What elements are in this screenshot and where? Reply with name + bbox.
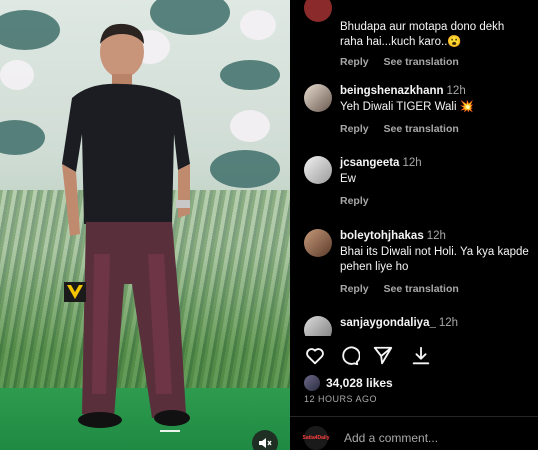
paper-plane-icon[interactable] [372, 345, 394, 367]
comment-username[interactable]: jcsangeeta [340, 157, 399, 169]
divider [290, 416, 538, 417]
comment-header: beingshenazkhann 12h [340, 84, 530, 98]
post-side-panel: Bhudapa aur motapa dono dekh raha hai...… [290, 0, 538, 450]
wall-leaf-decoration [220, 60, 280, 90]
avatar[interactable] [304, 0, 332, 22]
likes-count[interactable]: 34,028 likes [326, 376, 393, 390]
see-translation-button[interactable]: See translation [384, 56, 459, 68]
wall-leaf-decoration [210, 150, 280, 188]
avatar[interactable] [304, 229, 332, 257]
comment-text: Bhudapa aur motapa dono dekh raha hai...… [340, 21, 505, 48]
person-figure [62, 23, 190, 428]
comment-header: jcsangeeta 12h [340, 156, 530, 170]
avatar[interactable] [304, 316, 332, 336]
comment-time: 12h [446, 85, 466, 97]
post-timestamp[interactable]: 12 HOURS AGO [304, 394, 377, 404]
comment-actions: Reply [340, 195, 530, 207]
comment-text: Yeh Diwali TIGER Wali 💥 [340, 101, 475, 113]
comment-bubble-icon[interactable] [338, 345, 360, 367]
comment-text: Bhai its Diwali not Holi. Ya kya kapde p… [340, 246, 529, 273]
comment-actions: Reply See translation [340, 123, 530, 135]
mute-button[interactable] [252, 430, 278, 450]
reply-button[interactable]: Reply [340, 283, 369, 295]
comment-time: 12h [438, 317, 459, 329]
comment-actions: Reply See translation [340, 283, 530, 295]
reply-button[interactable]: Reply [340, 195, 369, 207]
wall-flower-decoration [240, 10, 276, 40]
avatar[interactable] [304, 84, 332, 112]
post-media[interactable] [0, 0, 290, 450]
comment-time: 12h [402, 157, 422, 169]
add-comment-input[interactable] [344, 431, 534, 445]
speaker-muted-icon [259, 438, 272, 448]
avatar [304, 375, 320, 391]
download-icon[interactable] [410, 345, 432, 367]
avatar-logo-text: Satta4Daily [302, 435, 330, 441]
comment-header: boleytohjhakas 12h [340, 229, 530, 243]
comment-header: sanjaygondaliya_ 12h [340, 316, 530, 330]
comment-time: 12h [426, 230, 446, 242]
see-translation-button[interactable]: See translation [384, 123, 459, 135]
see-translation-button[interactable]: See translation [384, 283, 459, 295]
video-progress-indicator [160, 430, 180, 432]
avatar[interactable] [304, 156, 332, 184]
reply-button[interactable]: Reply [340, 123, 369, 135]
comment-actions: Reply See translation [340, 56, 530, 68]
wall-leaf-decoration [0, 120, 45, 155]
post-actions-bar [304, 345, 534, 369]
reply-button[interactable]: Reply [340, 56, 369, 68]
comments-list[interactable]: Bhudapa aur motapa dono dekh raha hai...… [290, 0, 538, 336]
add-comment-row: Satta4Daily [302, 426, 534, 450]
comment-text: Ew [340, 173, 356, 185]
comment-username[interactable]: boleytohjhakas [340, 230, 424, 242]
comment-header [340, 0, 530, 8]
heart-icon[interactable] [304, 345, 326, 367]
comment-username[interactable]: beingshenazkhann [340, 85, 444, 97]
comment-username[interactable]: sanjaygondaliya_ [340, 317, 436, 329]
avatar: Satta4Daily [302, 426, 330, 450]
wall-flower-decoration [0, 60, 34, 90]
v-logo-icon [64, 282, 86, 302]
likes-row[interactable]: 34,028 likes [304, 374, 393, 392]
wall-flower-decoration [230, 110, 270, 142]
